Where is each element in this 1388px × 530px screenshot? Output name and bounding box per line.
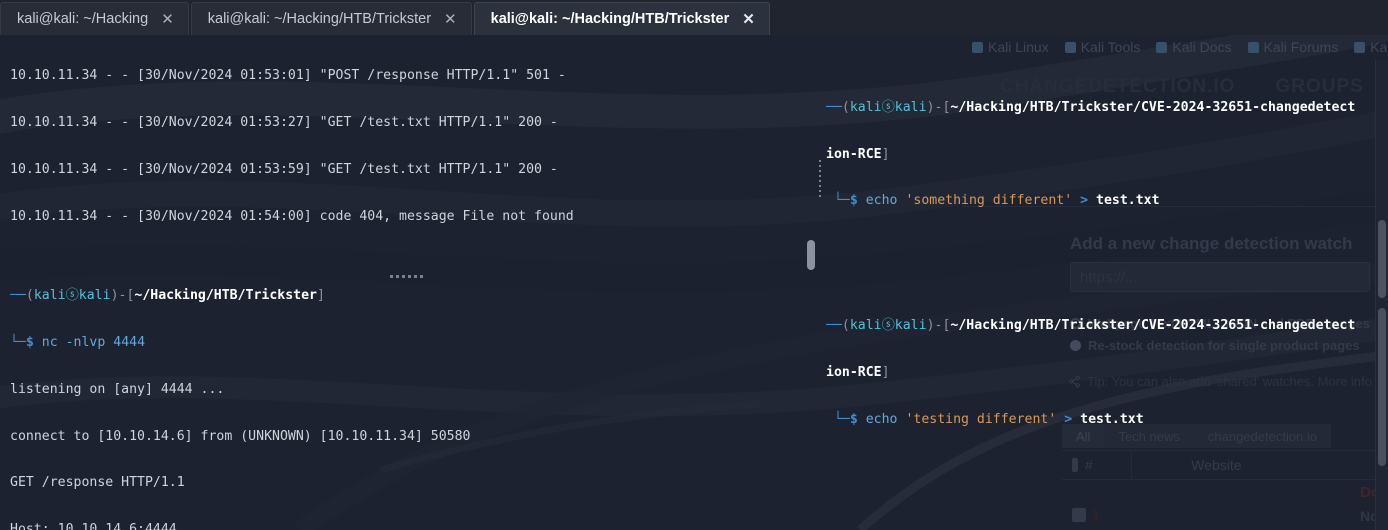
pane-netcat[interactable]: ──(kaliⓢkali)-[~/Hacking/HTB/Trickster] …	[10, 257, 810, 530]
tab-hacking[interactable]: kali@kali: ~/Hacking ✕	[0, 2, 189, 35]
close-icon[interactable]: ✕	[742, 12, 755, 27]
pane-splitter-vertical[interactable]	[819, 160, 821, 198]
prompt-line-cmd: └─$ nc -nlvp 4444	[10, 334, 146, 350]
terminal-content: 10.10.11.34 - - [30/Nov/2024 01:53:01] "…	[0, 35, 1388, 530]
splitter-handle-icon[interactable]	[389, 274, 423, 278]
prompt-host: kali	[894, 99, 927, 115]
prompt-user: kali	[849, 318, 882, 334]
prompt-sigil: $	[849, 193, 858, 209]
tab-label: kali@kali: ~/Hacking/HTB/Trickster	[207, 11, 432, 27]
prompt-line-cmd: └─$ echo 'something different' > test.tx…	[826, 193, 1160, 209]
command-string: 'something different'	[905, 193, 1073, 209]
nc-output-line: listening on [any] 4444 ...	[10, 381, 225, 397]
tab-label: kali@kali: ~/Hacking/HTB/Trickster	[490, 11, 730, 27]
redirect-operator: >	[1080, 193, 1089, 209]
prompt-path-cont: ion-RCE	[826, 146, 882, 162]
tab-trickster-2-active[interactable]: kali@kali: ~/Hacking/HTB/Trickster ✕	[473, 2, 770, 35]
nc-output-line: Host: 10.10.14.6:4444	[10, 522, 177, 530]
log-line: 10.10.11.34 - - [30/Nov/2024 01:53:27] "…	[10, 114, 558, 130]
command-target: test.txt	[1096, 193, 1160, 209]
log-line: 10.10.11.34 - - [30/Nov/2024 01:53:59] "…	[10, 161, 558, 177]
prompt-line-path: ──(kaliⓢkali)-[~/Hacking/HTB/Trickster]	[10, 288, 325, 304]
terminal-window: 127.0.0.1:5000 Kali Linux Kali Tools Kal…	[0, 0, 1388, 530]
prompt-host: kali	[78, 288, 111, 304]
prompt-path-wrap: ion-RCE]	[826, 364, 890, 380]
terminal-tab-bar: kali@kali: ~/Hacking ✕ kali@kali: ~/Hack…	[0, 0, 1388, 35]
command-target: test.txt	[1080, 411, 1144, 427]
close-icon[interactable]: ✕	[161, 12, 174, 27]
command-name: echo	[865, 411, 898, 427]
nc-output-line: GET /response HTTP/1.1	[10, 475, 185, 491]
command-string: 'testing different'	[905, 411, 1057, 427]
close-icon[interactable]: ✕	[444, 12, 457, 27]
prompt-host: kali	[894, 318, 927, 334]
tab-label: kali@kali: ~/Hacking	[17, 11, 149, 27]
prompt-path: ~/Hacking/HTB/Trickster	[134, 288, 318, 304]
prompt-user: kali	[849, 99, 882, 115]
prompt-path: ~/Hacking/HTB/Trickster/CVE-2024-32651-c…	[950, 99, 1356, 115]
pane-exploit-shell[interactable]: ──(kaliⓢkali)-[~/Hacking/HTB/Trickster/C…	[826, 53, 1388, 513]
nc-output-line: connect to [10.10.14.6] from (UNKNOWN) […	[10, 428, 471, 444]
command-name: echo	[865, 193, 898, 209]
prompt-line-path: ──(kaliⓢkali)-[~/Hacking/HTB/Trickster/C…	[826, 99, 1356, 115]
prompt-at-icon: ⓢ	[65, 288, 79, 304]
prompt-line-cmd: └─$ echo 'testing different' > test.txt	[826, 411, 1144, 427]
prompt-sigil: $	[25, 334, 34, 350]
log-line: 10.10.11.34 - - [30/Nov/2024 01:53:01] "…	[10, 68, 566, 84]
pane-splitter-horizontal[interactable]	[0, 274, 812, 278]
netcat-command: nc -nlvp 4444	[41, 334, 146, 350]
terminal-scrollbar[interactable]	[806, 95, 816, 275]
prompt-at-icon: ⓢ	[881, 318, 895, 334]
prompt-sigil: $	[849, 411, 858, 427]
prompt-path-cont: ion-RCE	[826, 364, 882, 380]
prompt-line-path: ──(kaliⓢkali)-[~/Hacking/HTB/Trickster/C…	[826, 318, 1356, 334]
pane-access-log[interactable]: 10.10.11.34 - - [30/Nov/2024 01:53:01] "…	[10, 37, 810, 232]
prompt-at-icon: ⓢ	[881, 99, 895, 115]
terminal-scroll-thumb[interactable]	[807, 240, 815, 270]
tab-trickster-1[interactable]: kali@kali: ~/Hacking/HTB/Trickster ✕	[190, 2, 472, 35]
log-line: 10.10.11.34 - - [30/Nov/2024 01:54:00] c…	[10, 208, 574, 224]
prompt-path-wrap: ion-RCE]	[826, 146, 890, 162]
prompt-user: kali	[33, 288, 66, 304]
redirect-operator: >	[1064, 411, 1073, 427]
prompt-path: ~/Hacking/HTB/Trickster/CVE-2024-32651-c…	[950, 318, 1356, 334]
